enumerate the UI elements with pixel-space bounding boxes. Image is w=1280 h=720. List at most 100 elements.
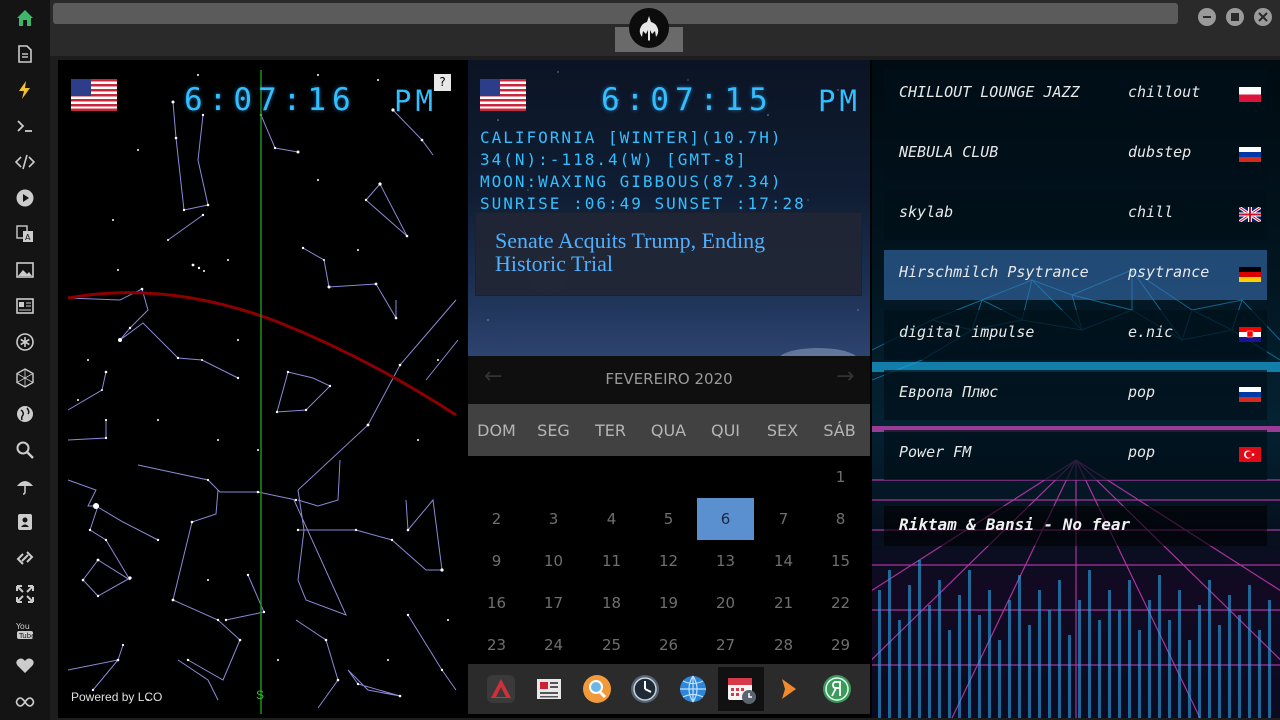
radio-station[interactable]: digital impulse e.nic xyxy=(884,310,1267,360)
hexagon-icon[interactable] xyxy=(14,367,36,389)
link-icon[interactable] xyxy=(14,547,36,569)
news-icon[interactable] xyxy=(14,295,36,317)
calendar-day[interactable]: 7 xyxy=(755,498,812,540)
powered-by-label[interactable]: Powered by LCO xyxy=(71,690,162,704)
star xyxy=(186,658,190,662)
lightning-icon[interactable] xyxy=(14,79,36,101)
star xyxy=(77,399,79,401)
radio-station-active[interactable]: Hirschmilch Psytrance psytrance xyxy=(884,250,1267,300)
play-icon[interactable] xyxy=(14,187,36,209)
calendar-day[interactable]: 10 xyxy=(525,540,582,582)
maximize-icon[interactable] xyxy=(1226,8,1244,26)
calendar-day[interactable]: 24 xyxy=(525,624,582,666)
document-icon[interactable] xyxy=(14,43,36,65)
calendar-day-today[interactable]: 6 xyxy=(697,498,754,540)
sky-map-widget[interactable]: 6:07:16 PM ? Powered by LCO S xyxy=(58,60,458,714)
radio-station[interactable]: Power FM pop xyxy=(884,430,1267,480)
calendar-day[interactable]: 21 xyxy=(755,582,812,624)
station-genre: e.nic xyxy=(1128,323,1174,341)
calendar-day[interactable]: 5 xyxy=(640,498,697,540)
home-icon[interactable] xyxy=(14,7,36,29)
search-icon[interactable] xyxy=(14,439,36,461)
radio-station[interactable]: skylab chill xyxy=(884,190,1267,240)
star xyxy=(190,520,194,524)
calendar-day[interactable]: 8 xyxy=(812,498,869,540)
info-calendar-column: 6:07:15 PM CALIFORNIA [WINTER](10.7H) 34… xyxy=(468,60,870,714)
calendar-day[interactable]: 13 xyxy=(697,540,754,582)
search-icon[interactable] xyxy=(578,670,616,708)
news-card[interactable]: Senate Acquits Trump, Ending Historic Tr… xyxy=(475,212,862,296)
translate-icon[interactable]: A xyxy=(14,223,36,245)
star xyxy=(417,439,419,441)
close-icon[interactable] xyxy=(1254,8,1272,26)
globe-icon[interactable] xyxy=(674,670,712,708)
yandex-icon[interactable] xyxy=(818,670,856,708)
expand-icon[interactable] xyxy=(14,583,36,605)
calendar-month-label[interactable]: FEVEREIRO 2020 xyxy=(468,370,870,388)
calendar-day[interactable]: 11 xyxy=(583,540,640,582)
calendar-day[interactable]: 9 xyxy=(468,540,525,582)
star xyxy=(104,370,108,374)
umbrella-icon[interactable] xyxy=(14,475,36,497)
calendar-day[interactable]: 26 xyxy=(640,624,697,666)
radio-station[interactable]: CHILLOUT LOUNGE JAZZ chillout xyxy=(884,70,1267,120)
news-headline[interactable]: Senate Acquits Trump, Ending Historic Tr… xyxy=(495,229,835,275)
calendar-day[interactable]: 12 xyxy=(640,540,697,582)
rebel-alliance-icon[interactable] xyxy=(629,8,669,48)
calendar-day[interactable]: 22 xyxy=(812,582,869,624)
star xyxy=(112,219,114,221)
clock-icon[interactable] xyxy=(626,670,664,708)
calendar-day[interactable]: 23 xyxy=(468,624,525,666)
infinity-icon[interactable] xyxy=(14,691,36,713)
star xyxy=(366,423,370,427)
calendar-day[interactable]: 27 xyxy=(697,624,754,666)
radio-station[interactable]: Европа Плюс pop xyxy=(884,370,1267,420)
calendar-header: ← FEVEREIRO 2020 → xyxy=(468,356,870,404)
calendar-day[interactable]: 20 xyxy=(697,582,754,624)
calendar-day[interactable]: 28 xyxy=(755,624,812,666)
calendar-day[interactable]: 25 xyxy=(583,624,640,666)
star xyxy=(390,538,394,542)
news-reader-icon[interactable] xyxy=(530,670,568,708)
calendar-day[interactable]: 1 xyxy=(812,456,869,498)
next-month-arrow-icon[interactable]: → xyxy=(836,364,854,389)
vivaldi-icon[interactable] xyxy=(482,670,520,708)
minimize-icon[interactable] xyxy=(1198,8,1216,26)
calendar-day[interactable]: 15 xyxy=(812,540,869,582)
compass-direction: S xyxy=(256,688,265,702)
calendar-day[interactable]: 29 xyxy=(812,624,869,666)
station-genre: pop xyxy=(1128,443,1156,461)
star xyxy=(356,682,360,686)
star xyxy=(304,408,308,412)
help-button[interactable]: ? xyxy=(434,74,451,91)
asterisk-icon[interactable] xyxy=(14,331,36,353)
code-icon[interactable] xyxy=(14,151,36,173)
star xyxy=(301,246,305,250)
terminal-icon[interactable] xyxy=(14,115,36,137)
image-icon[interactable] xyxy=(14,259,36,281)
calendar-day[interactable]: 3 xyxy=(525,498,582,540)
title-strip[interactable] xyxy=(53,3,1178,24)
star xyxy=(174,136,178,140)
calendar-day[interactable]: 14 xyxy=(755,540,812,582)
youtube-icon[interactable]: You Tube xyxy=(14,619,36,641)
coordinates-line: 34(N):-118.4(W) [GMT-8] xyxy=(480,150,748,169)
calendar-day[interactable]: 2 xyxy=(468,498,525,540)
arrow-icon[interactable] xyxy=(770,670,808,708)
calendar-day[interactable]: 18 xyxy=(583,582,640,624)
star xyxy=(394,316,398,320)
calendar-icon[interactable] xyxy=(718,667,764,711)
calendar-day[interactable]: 4 xyxy=(583,498,640,540)
star xyxy=(296,528,300,532)
globe-icon[interactable] xyxy=(14,403,36,425)
contact-icon[interactable] xyxy=(14,511,36,533)
radio-station[interactable]: NEBULA CLUB dubstep xyxy=(884,130,1267,180)
sky-clock-ampm: PM xyxy=(394,84,437,118)
calendar-day[interactable]: 17 xyxy=(525,582,582,624)
calendar-day[interactable]: 16 xyxy=(468,582,525,624)
station-name: Европа Плюс xyxy=(899,383,999,401)
now-playing-bar[interactable]: Riktam & Bansi - No fear xyxy=(884,506,1267,546)
calendar-day[interactable]: 19 xyxy=(640,582,697,624)
heart-icon[interactable] xyxy=(14,655,36,677)
star xyxy=(104,418,108,422)
